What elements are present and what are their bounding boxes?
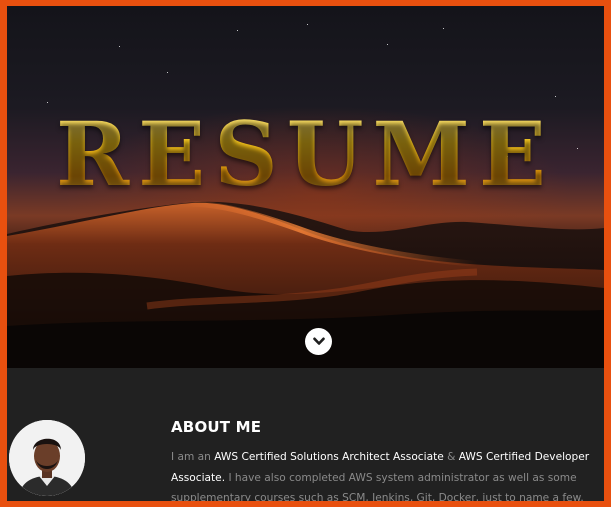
hero-section: RESUME (7, 6, 604, 368)
page-frame: RESUME ABOUT ME I am an AWS Certified So… (7, 6, 604, 501)
hero-title: RESUME (7, 99, 604, 209)
about-separator: & (443, 451, 459, 463)
profile-photo (9, 420, 85, 496)
scroll-down-button[interactable] (305, 328, 332, 355)
about-section: ABOUT ME I am an AWS Certified Solutions… (7, 368, 604, 501)
about-rest: I have also completed AWS system adminis… (171, 471, 584, 502)
chevron-down-icon (312, 337, 325, 345)
avatar (9, 420, 85, 496)
about-paragraph: I am an AWS Certified Solutions Architec… (171, 447, 603, 501)
cert-solutions-architect: AWS Certified Solutions Architect Associ… (214, 451, 444, 463)
about-heading: ABOUT ME (171, 418, 262, 436)
about-intro: I am an (171, 451, 215, 463)
